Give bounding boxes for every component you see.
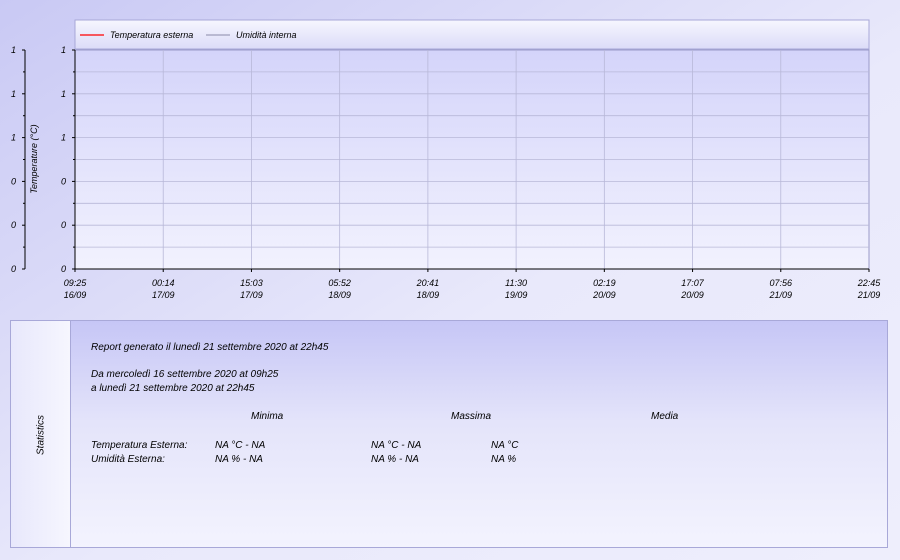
y-tick-label: 1 — [61, 133, 66, 143]
statistics-panel: Statistics Report generato il lunedì 21 … — [10, 320, 888, 548]
x-tick-date: 17/09 — [152, 290, 175, 300]
x-tick-date: 21/09 — [857, 290, 881, 300]
y-axis-title: Temperature (°C) — [29, 124, 39, 193]
x-tick-date: 18/09 — [328, 290, 351, 300]
range-from-line: Da mercoledì 16 settembre 2020 at 09h25 — [91, 369, 279, 380]
y-tick-label: 1 — [61, 89, 66, 99]
row-temperature-avg: NA °C — [491, 440, 519, 451]
x-tick-time: 15:03 — [240, 278, 263, 288]
row-temperature-max: NA °C - NA — [371, 440, 422, 451]
x-tick-date: 21/09 — [769, 290, 793, 300]
row-temperature-min: NA °C - NA — [215, 440, 266, 451]
y-tick-label: 0 — [61, 176, 66, 186]
header-average: Media — [651, 411, 679, 422]
x-tick-time: 17:07 — [681, 278, 705, 288]
header-maximum: Massima — [451, 411, 492, 422]
x-tick-date: 16/09 — [64, 290, 87, 300]
x-axis-ticks: 09:25 16/09 00:14 17/09 15:03 17/09 05:52 18/09… — [64, 269, 882, 300]
y-tick-label: 1 — [11, 89, 16, 99]
y-tick-label: 1 — [11, 133, 16, 143]
row-humidity-min: NA % - NA — [215, 454, 263, 465]
range-to-line: a lunedì 21 settembre 2020 at 22h45 — [91, 383, 255, 394]
x-tick-time: 00:14 — [152, 278, 175, 288]
x-tick-date: 20/09 — [680, 290, 704, 300]
x-tick-time: 22:45 — [857, 278, 882, 288]
y-tick-label: 1 — [61, 45, 66, 55]
statistics-body: Report generato il lunedì 21 settembre 2… — [91, 321, 887, 547]
header-minimum: Minima — [251, 411, 284, 422]
legend-box — [74, 19, 870, 50]
legend-label-humidity: Umidità interna — [236, 30, 297, 40]
x-tick-time: 09:25 — [64, 278, 88, 288]
x-tick-time: 11:30 — [505, 278, 527, 288]
statistics-side-bar: Statistics — [11, 321, 71, 547]
x-tick-date: 17/09 — [240, 290, 263, 300]
row-humidity-max: NA % - NA — [371, 454, 419, 465]
y-axis-ticks: 0 0 0 0 0 0 1 1 1 1 1 1 — [11, 45, 75, 274]
y-tick-label: 0 — [11, 176, 16, 186]
row-humidity-avg: NA % — [491, 454, 517, 465]
report-generated-line: Report generato il lunedì 21 settembre 2… — [91, 342, 329, 353]
x-tick-date: 19/09 — [505, 290, 528, 300]
chart: Temperatura esterna Umidità interna 0 00 0… — [11, 19, 882, 300]
x-tick-time: 07:56 — [770, 278, 793, 288]
y-tick-label: 0 — [61, 264, 66, 274]
x-tick-date: 18/09 — [417, 290, 440, 300]
legend-label-temperature: Temperatura esterna — [110, 30, 193, 40]
x-tick-time: 05:52 — [328, 278, 351, 288]
statistics-side-label: Statistics — [35, 414, 47, 456]
row-humidity-label: Umidità Esterna: — [91, 454, 165, 465]
x-tick-time: 02:19 — [593, 278, 616, 288]
y-tick-label: 1 — [11, 45, 16, 55]
x-tick-time: 20:41 — [416, 278, 440, 288]
x-tick-date: 20/09 — [592, 290, 616, 300]
y-tick-label: 0 — [11, 220, 16, 230]
y-tick-label: 0 — [61, 220, 66, 230]
y-tick-label: 0 — [11, 264, 16, 274]
row-temperature-label: Temperatura Esterna: — [91, 440, 188, 451]
